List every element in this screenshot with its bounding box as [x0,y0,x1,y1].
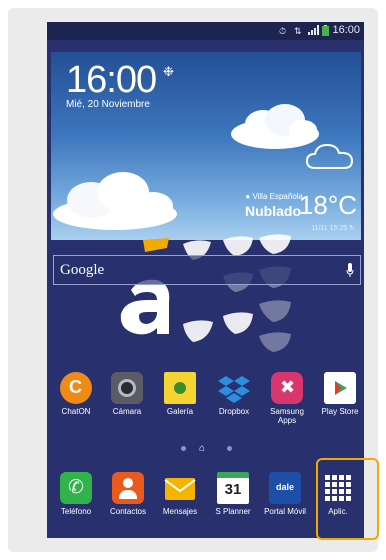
app-camara[interactable]: Cámara [101,372,153,416]
app-s-planner[interactable]: 31 S Planner [207,472,259,516]
clock-time: 16:00 [66,59,157,101]
phone-icon: ✆ [60,472,92,504]
cloud-outline-icon [305,143,354,169]
calendar-icon: 31 [217,472,249,504]
messages-icon [164,472,196,504]
cloud-icon [53,172,177,230]
app-chaton[interactable]: C ChatON [50,372,102,416]
contacts-icon [112,472,144,504]
wallpaper-decoration [120,234,291,352]
google-logo: Google [60,262,105,278]
chaton-icon: C [60,372,92,404]
page-dot[interactable] [227,446,232,451]
page-dot[interactable] [181,446,186,451]
camera-icon [111,372,143,404]
samsung-apps-icon: ✖ [271,372,303,404]
app-telefono[interactable]: ✆ Teléfono [50,472,102,516]
play-store-icon [324,372,356,404]
mic-icon[interactable] [346,263,354,278]
alarm-icon: ⏱ [279,26,287,36]
app-play-store[interactable]: Play Store [314,372,364,416]
app-dropbox[interactable]: Dropbox [208,372,260,416]
app-mensajes[interactable]: Mensajes [154,472,206,516]
status-time: 16:00 [332,24,360,36]
weather-sun-icon: ❉ [163,64,174,79]
status-bar: ⏱ ⇅ 16:00 [47,22,364,40]
app-galeria[interactable]: Galería [154,372,206,416]
battery-icon [322,25,329,39]
home-icon[interactable]: ⌂ [199,443,205,454]
weather-widget[interactable]: 16:00 ❉ Mié, 20 Noviembre ● Villa Españo… [51,52,361,240]
clock-date: Mié, 20 Noviembre [66,99,150,110]
app-samsung-apps[interactable]: ✖ Samsung Apps [261,372,313,425]
portal-movil-icon: dale [269,472,301,504]
dropbox-icon [218,372,250,404]
location-label: ● Villa Española [245,192,303,201]
app-contactos[interactable]: Contactos [102,472,154,516]
location-pin-icon: ● [245,192,251,201]
google-search-bar[interactable]: Google [53,255,361,285]
aplic-highlight-box [316,458,379,540]
gallery-icon [164,372,196,404]
temperature: 18°C [298,190,357,220]
page-indicator: ⌂ [47,442,364,454]
weather-condition: Nublado [245,203,301,219]
signal-icon [308,25,319,38]
app-portal-movil[interactable]: dale Portal Móvil [259,472,311,516]
mobile-data-icon: ⇅ [294,26,302,36]
